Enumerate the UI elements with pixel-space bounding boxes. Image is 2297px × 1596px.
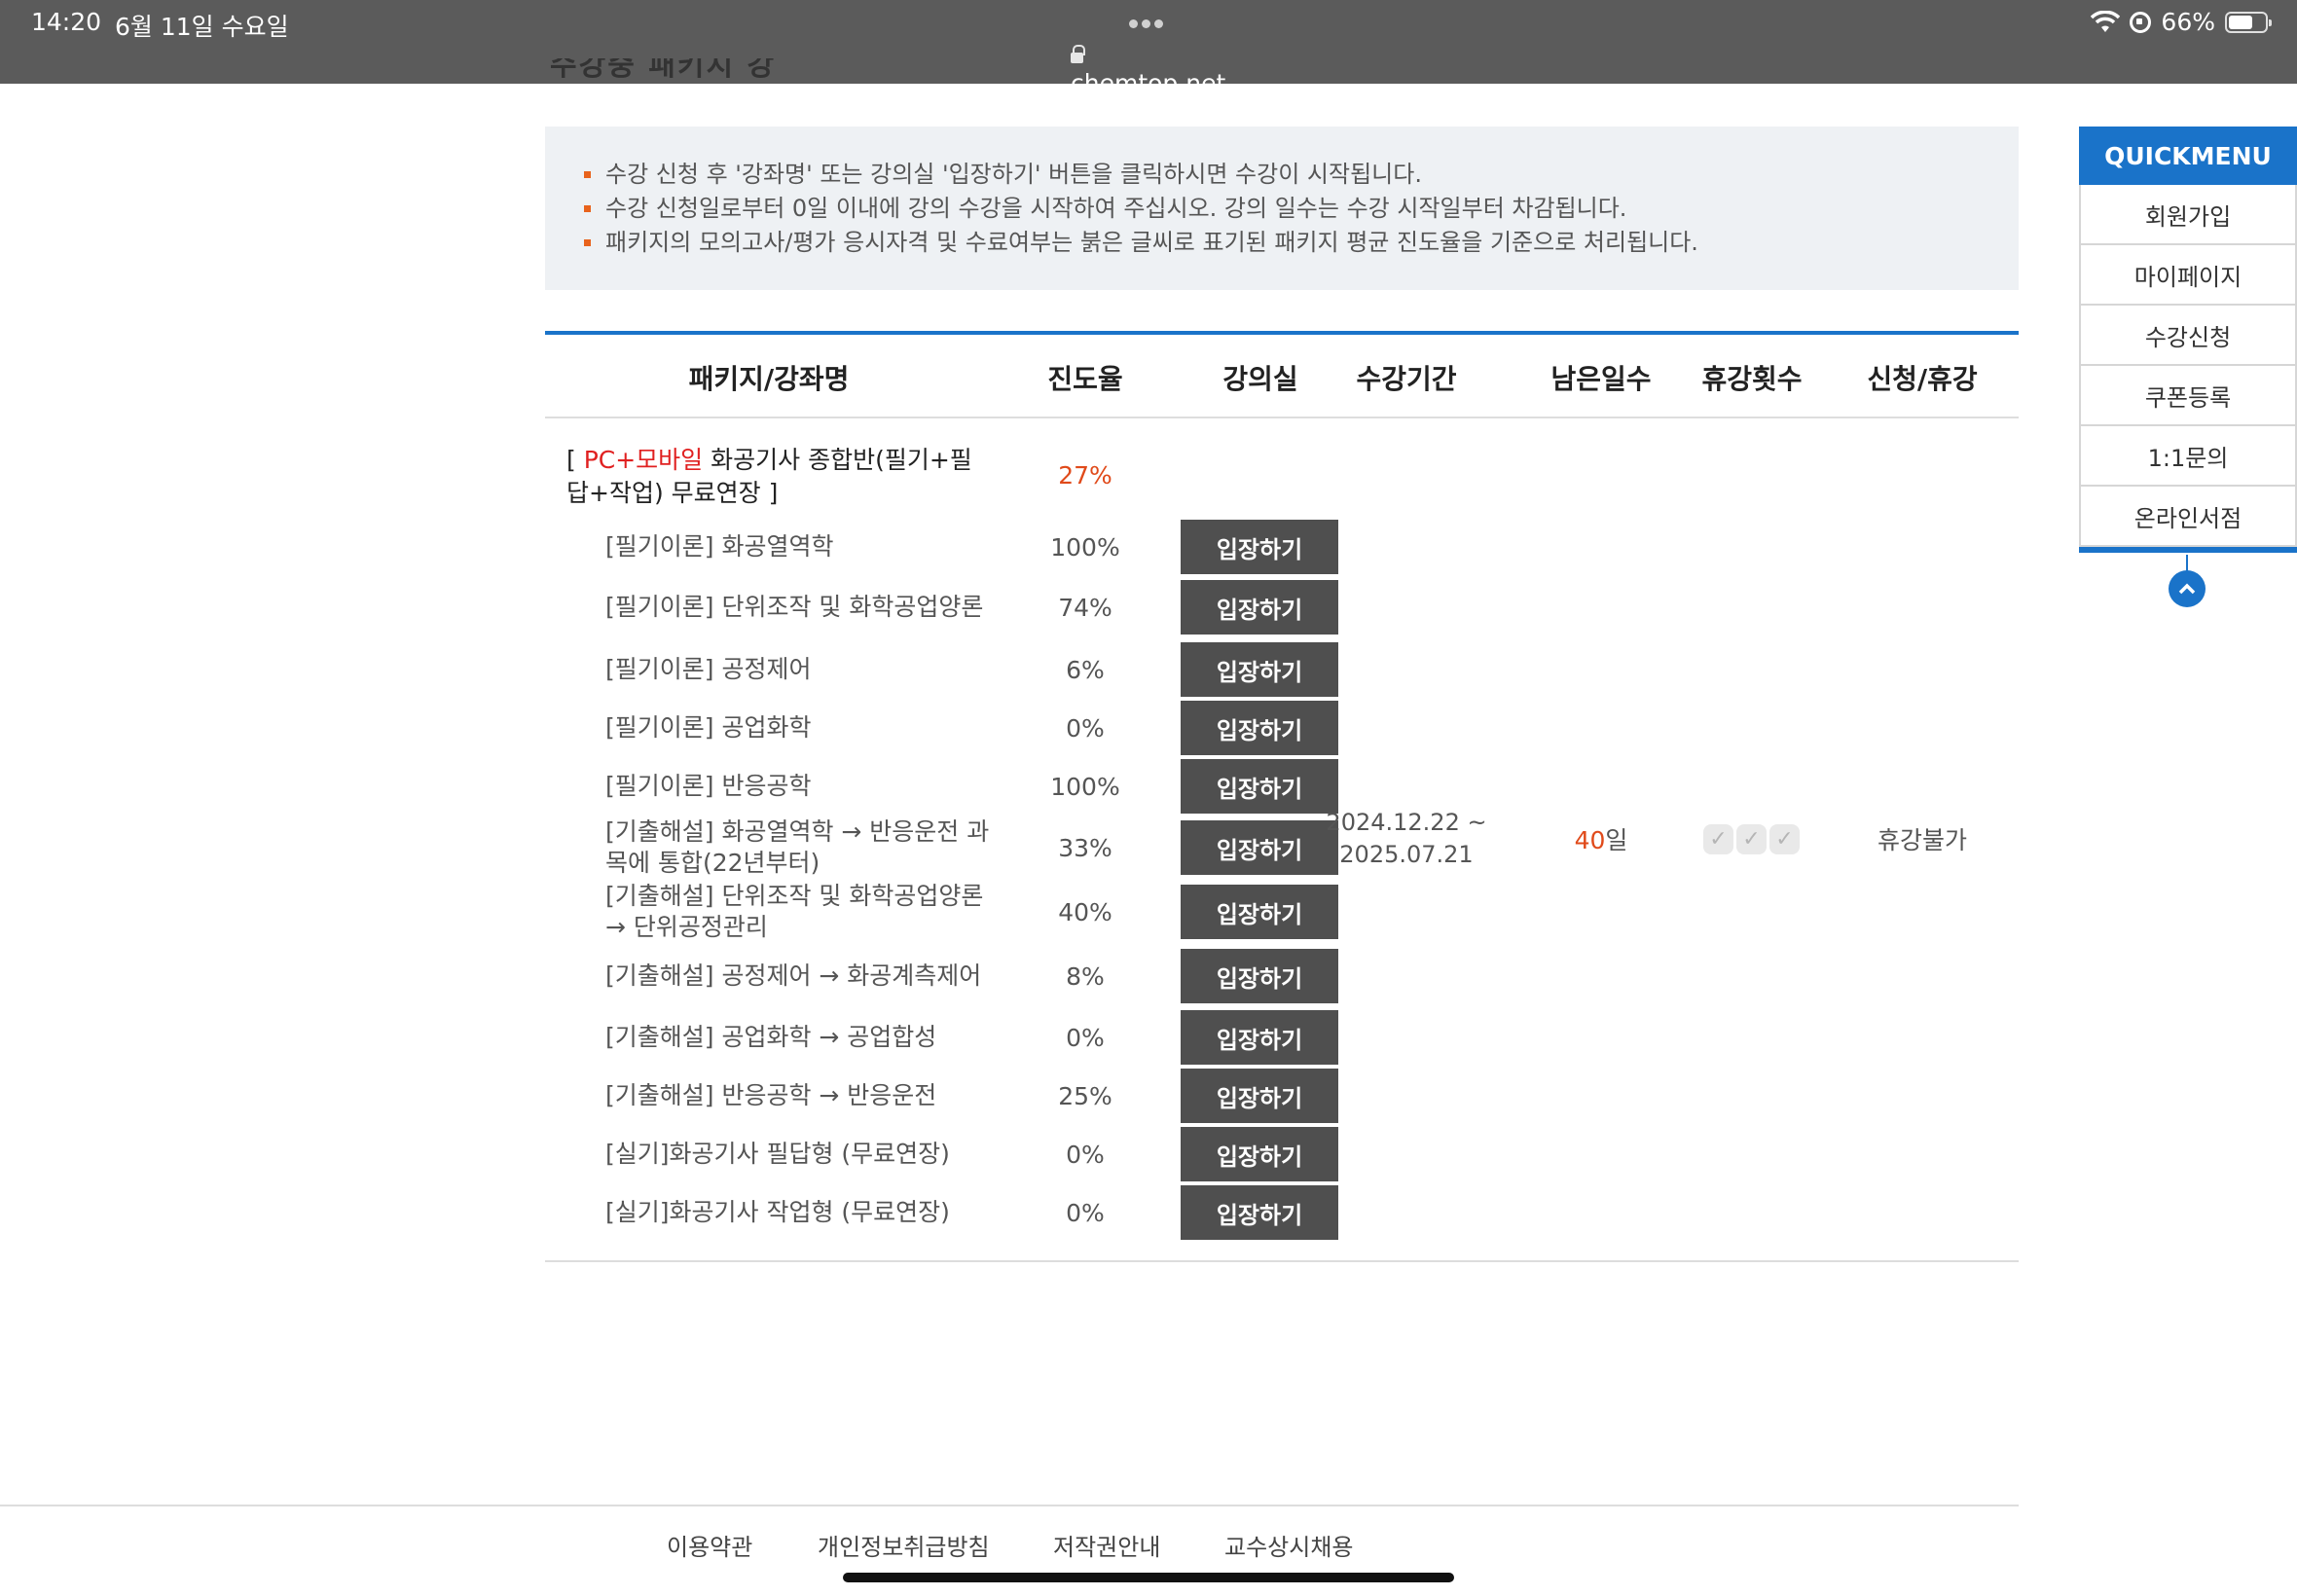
course-row: [필기이론] 단위조작 및 화학공업양론 74% 입장하기 [545, 580, 2019, 635]
package-progress: 27% [1058, 461, 1112, 490]
lock-icon [1071, 45, 1085, 63]
course-row: [필기이론] 공정제어 6% 입장하기 [545, 642, 2019, 697]
package-title[interactable]: [ PC+모바일 화공기사 종합반(필기+필답+작업) 무료연장 ] [566, 444, 975, 510]
enter-classroom-button[interactable]: 입장하기 [1181, 1069, 1338, 1123]
course-progress: 33% [1058, 833, 1112, 862]
leave-count-checks: ✓ ✓ ✓ [1703, 824, 1801, 857]
course-progress: 100% [1050, 772, 1120, 801]
header-classroom: 강의실 [1222, 363, 1298, 395]
course-row: [실기]화공기사 필답형 (무료연장) 0% 입장하기 [545, 1127, 2019, 1181]
notice-item: 수강 신청일로부터 0일 이내에 강의 수강을 시작하여 주십시오. 강의 일수… [584, 192, 2019, 226]
course-progress: 6% [1066, 655, 1105, 684]
more-dots-icon[interactable] [1129, 14, 1172, 28]
course-row: [기출해설] 단위조작 및 화학공업양론 → 단위공정관리 40% 입장하기 [545, 882, 2019, 941]
course-progress: 25% [1058, 1081, 1112, 1110]
battery-icon [2225, 11, 2272, 33]
header-apply-leave: 신청/휴강 [1867, 363, 1978, 395]
course-name[interactable]: [필기이론] 공업화학 [605, 701, 995, 755]
course-progress: 100% [1050, 532, 1120, 562]
course-name[interactable]: [필기이론] 단위조작 및 화학공업양론 [605, 580, 995, 635]
enter-classroom-button[interactable]: 입장하기 [1181, 885, 1338, 939]
quick-menu: QUICKMENU 회원가입 마이페이지 수강신청 쿠폰등록 1:1문의 온라인… [2079, 127, 2297, 607]
course-name[interactable]: [필기이론] 반응공학 [605, 759, 995, 814]
battery-percent: 66% [2161, 8, 2215, 36]
enter-classroom-button[interactable]: 입장하기 [1181, 1010, 1338, 1065]
course-name[interactable]: [필기이론] 공정제어 [605, 642, 995, 697]
course-name[interactable]: [기출해설] 반응공학 → 반응운전 [605, 1069, 995, 1123]
course-period: 2024.12.22 ~ 2025.07.21 [1326, 809, 1487, 868]
quick-menu-title: QUICKMENU [2079, 127, 2297, 185]
enter-classroom-button[interactable]: 입장하기 [1181, 759, 1338, 814]
quick-menu-bookstore[interactable]: 온라인서점 [2079, 487, 2297, 547]
page-title: 수강중 패키지 강좌 [550, 58, 777, 83]
footer-terms-link[interactable]: 이용약관 [667, 1528, 752, 1562]
address-bar[interactable]: chemtop.net [1071, 41, 1246, 97]
enter-classroom-button[interactable]: 입장하기 [1181, 1185, 1338, 1240]
quick-menu-signup[interactable]: 회원가입 [2079, 185, 2297, 245]
header-period: 수강기간 [1356, 363, 1457, 395]
notice-item: 수강 신청 후 '강좌명' 또는 강의실 '입장하기' 버튼을 클릭하시면 수강… [584, 158, 2019, 192]
course-progress: 40% [1058, 897, 1112, 926]
enter-classroom-button[interactable]: 입장하기 [1181, 820, 1338, 875]
course-name[interactable]: [실기]화공기사 필답형 (무료연장) [605, 1127, 995, 1181]
footer-recruit-link[interactable]: 교수상시채용 [1224, 1528, 1353, 1562]
footer-privacy-link[interactable]: 개인정보취급방침 [818, 1528, 990, 1562]
course-progress: 0% [1066, 713, 1105, 743]
quick-menu-inquiry[interactable]: 1:1문의 [2079, 426, 2297, 487]
course-row: [기출해설] 반응공학 → 반응운전 25% 입장하기 [545, 1069, 2019, 1123]
course-name[interactable]: [기출해설] 단위조작 및 화학공업양론 → 단위공정관리 [605, 882, 995, 941]
status-icons: 66% [2091, 8, 2272, 36]
check-icon: ✓ [1769, 824, 1800, 854]
check-icon: ✓ [1703, 824, 1733, 854]
enter-classroom-button[interactable]: 입장하기 [1181, 949, 1338, 1003]
course-row: [기출해설] 공정제어 → 화공계측제어 8% 입장하기 [545, 949, 2019, 1003]
header-package-name: 패키지/강좌명 [688, 363, 850, 395]
enter-classroom-button[interactable]: 입장하기 [1181, 642, 1338, 697]
course-name[interactable]: [기출해설] 공정제어 → 화공계측제어 [605, 949, 995, 1003]
enter-classroom-button[interactable]: 입장하기 [1181, 1127, 1338, 1181]
course-progress: 0% [1066, 1140, 1105, 1169]
course-row: [실기]화공기사 작업형 (무료연장) 0% 입장하기 [545, 1185, 2019, 1240]
quick-menu-coupon[interactable]: 쿠폰등록 [2079, 366, 2297, 426]
enter-classroom-button[interactable]: 입장하기 [1181, 701, 1338, 755]
quick-menu-divider [2079, 547, 2297, 553]
leave-status: 휴강불가 [1877, 826, 1967, 854]
url-text: chemtop.net [1071, 69, 1226, 97]
rotation-lock-icon [2130, 11, 2152, 33]
footer-copyright-link[interactable]: 저작권안내 [1053, 1528, 1160, 1562]
browser-status-bar: 14:20 6월 11일 수요일 chemtop.net 66% [0, 0, 2297, 97]
check-icon: ✓ [1736, 824, 1767, 854]
course-table: 패키지/강좌명 진도율 강의실 수강기간 남은일수 휴강횟수 신청/휴강 [ P… [545, 331, 2019, 1262]
course-progress: 74% [1058, 593, 1112, 622]
header-progress: 진도율 [1047, 363, 1123, 395]
chevron-up-icon[interactable] [2169, 570, 2206, 607]
course-row: [필기이론] 공업화학 0% 입장하기 [545, 701, 2019, 755]
package-badge: PC+모바일 [583, 446, 704, 474]
enter-classroom-button[interactable]: 입장하기 [1181, 580, 1338, 635]
status-time: 14:20 [31, 8, 102, 36]
status-date: 6월 11일 수요일 [115, 13, 289, 41]
course-name[interactable]: [기출해설] 화공열역학 → 반응운전 과목에 통합(22년부터) [605, 817, 995, 877]
table-header: 패키지/강좌명 진도율 강의실 수강기간 남은일수 휴강횟수 신청/휴강 [545, 335, 2019, 418]
header-leave-count: 휴강횟수 [1701, 363, 1803, 395]
notice-box: 수강 신청 후 '강좌명' 또는 강의실 '입장하기' 버튼을 클릭하시면 수강… [545, 127, 2019, 290]
course-name[interactable]: [기출해설] 공업화학 → 공업합성 [605, 1010, 995, 1065]
home-indicator[interactable] [843, 1573, 1454, 1582]
notice-item: 패키지의 모의고사/평가 응시자격 및 수료여부는 붉은 글씨로 표기된 패키지… [584, 226, 2019, 260]
course-row: [기출해설] 공업화학 → 공업합성 0% 입장하기 [545, 1010, 2019, 1065]
course-progress: 8% [1066, 961, 1105, 991]
course-progress: 0% [1066, 1198, 1105, 1227]
wifi-icon [2091, 10, 2121, 32]
course-name[interactable]: [실기]화공기사 작업형 (무료연장) [605, 1185, 995, 1240]
course-row: [필기이론] 반응공학 100% 입장하기 [545, 759, 2019, 814]
enter-classroom-button[interactable]: 입장하기 [1181, 520, 1338, 574]
quick-menu-enroll[interactable]: 수강신청 [2079, 306, 2297, 366]
course-row: [필기이론] 화공열역학 100% 입장하기 [545, 520, 2019, 574]
quick-menu-mypage[interactable]: 마이페이지 [2079, 245, 2297, 306]
remaining-days: 40일 [1574, 826, 1628, 854]
course-name[interactable]: [필기이론] 화공열역학 [605, 520, 995, 574]
header-remaining-days: 남은일수 [1550, 363, 1652, 395]
course-progress: 0% [1066, 1023, 1105, 1052]
